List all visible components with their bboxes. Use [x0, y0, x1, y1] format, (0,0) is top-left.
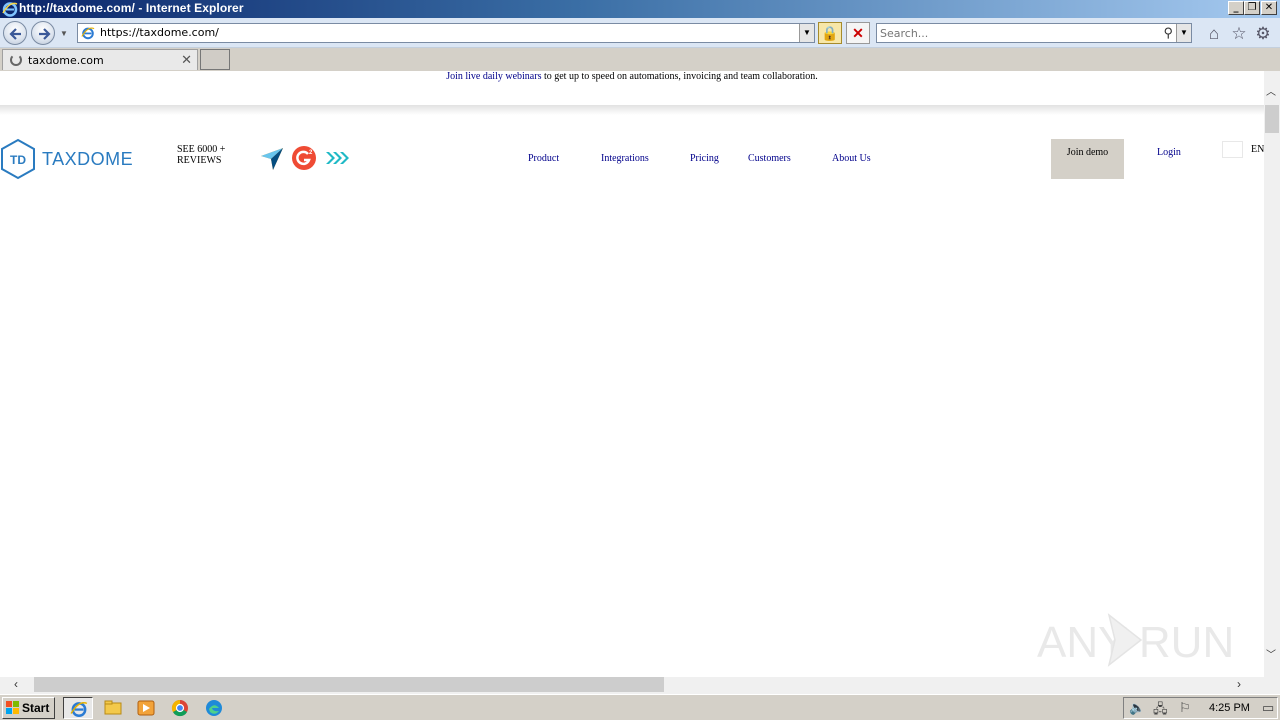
webinars-link[interactable]: Join live daily webinars: [446, 71, 541, 82]
security-lock-icon[interactable]: 🔒: [818, 22, 842, 44]
forward-button[interactable]: [31, 21, 55, 45]
ie-page-icon: [81, 27, 95, 40]
history-dropdown-icon[interactable]: ▼: [60, 29, 68, 38]
join-demo-button[interactable]: Join demo: [1051, 139, 1124, 179]
search-input[interactable]: [880, 26, 1150, 40]
reviews-label[interactable]: SEE 6000 + REVIEWS: [177, 144, 237, 166]
home-icon[interactable]: ⌂: [1204, 24, 1224, 44]
media-player-icon: [137, 700, 155, 716]
nav-pricing[interactable]: Pricing: [690, 153, 719, 164]
nav-customers[interactable]: Customers: [748, 153, 791, 164]
edge-icon: [206, 700, 222, 716]
banner-divider: [0, 105, 1264, 115]
scroll-down-icon[interactable]: ﹀: [1266, 646, 1276, 661]
navigation-bar: ▼ https://taxdome.com/ ▼ 🔒 ✕ ⚲ ▼ ⌂ ☆ ⚙: [0, 18, 1280, 48]
page-viewport: Join live daily webinars to get up to sp…: [0, 71, 1264, 677]
network-icon[interactable]: 🖧: [1153, 700, 1168, 720]
anyrun-watermark: ANY RUN: [1037, 613, 1234, 667]
internet-explorer-icon: [2, 2, 18, 17]
announcement-banner: Join live daily webinars to get up to sp…: [0, 71, 1264, 82]
getapp-arrows-icon[interactable]: [324, 145, 350, 171]
start-button[interactable]: Start: [2, 697, 55, 719]
system-tray: 🔈 🖧 ⚐ 4:25 PM ▭: [1123, 697, 1278, 719]
address-url[interactable]: https://taxdome.com/: [100, 26, 219, 39]
back-button[interactable]: [3, 21, 27, 45]
favorites-star-icon[interactable]: ☆: [1229, 24, 1249, 44]
tab-label: taxdome.com: [28, 54, 104, 67]
arrow-right-icon: [39, 28, 51, 40]
banner-text: to get up to speed on automations, invoi…: [541, 71, 818, 82]
arrow-left-icon: [9, 28, 21, 40]
taskbar-edge-button[interactable]: [199, 697, 229, 719]
g2-icon[interactable]: 2: [291, 145, 317, 171]
scrollbar-corner: [1264, 677, 1280, 694]
new-tab-button[interactable]: [200, 49, 230, 70]
language-selector[interactable]: EN: [1251, 144, 1264, 155]
logo-mark-text: TD: [10, 153, 26, 167]
restore-button[interactable]: ❐: [1244, 1, 1260, 15]
language-flag-icon[interactable]: [1222, 141, 1243, 158]
chrome-icon: [171, 699, 188, 717]
taskbar-clock[interactable]: 4:25 PM: [1209, 702, 1250, 714]
search-icon[interactable]: ⚲: [1163, 25, 1173, 41]
settings-gear-icon[interactable]: ⚙: [1253, 24, 1273, 44]
scroll-left-icon[interactable]: ‹: [14, 677, 18, 691]
minimize-button[interactable]: _: [1228, 1, 1244, 15]
nav-integrations[interactable]: Integrations: [601, 153, 649, 164]
taskbar-explorer-button[interactable]: [98, 697, 128, 719]
close-tab-icon[interactable]: ✕: [181, 52, 192, 68]
address-dropdown-icon[interactable]: ▼: [799, 24, 814, 42]
reviews-line-2: REVIEWS: [177, 155, 222, 166]
horizontal-scrollbar[interactable]: ‹ ›: [0, 677, 1264, 694]
vertical-scroll-thumb[interactable]: [1265, 105, 1279, 133]
address-bar[interactable]: https://taxdome.com/ ▼: [77, 23, 815, 43]
windows-flag-icon: [6, 701, 19, 714]
taskbar-chrome-button[interactable]: [165, 697, 195, 719]
taskbar-media-player-button[interactable]: [131, 697, 161, 719]
reviews-line-1: SEE 6000 +: [177, 144, 226, 155]
internet-explorer-icon: [70, 702, 88, 717]
vertical-scrollbar[interactable]: ︿ ﹀: [1264, 71, 1280, 677]
windows-taskbar: Start 🔈 🖧 ⚐ 4:25 PM ▭: [0, 694, 1280, 720]
horizontal-scroll-thumb[interactable]: [34, 677, 664, 692]
logo-text: TAXDOME: [42, 149, 133, 169]
tab-taxdome[interactable]: taxdome.com ✕: [2, 49, 198, 70]
window-title: http://taxdome.com/ - Internet Explorer: [19, 1, 244, 15]
capterra-icon[interactable]: [259, 145, 285, 171]
close-window-button[interactable]: ✕: [1261, 1, 1277, 15]
login-link[interactable]: Login: [1157, 147, 1181, 158]
action-center-flag-icon[interactable]: ⚐: [1179, 700, 1191, 716]
tab-bar: taxdome.com ✕: [0, 48, 1280, 71]
window-titlebar: http://taxdome.com/ - Internet Explorer …: [0, 0, 1280, 18]
folder-icon: [104, 700, 122, 715]
scroll-up-icon[interactable]: ︿: [1266, 83, 1276, 98]
nav-about-us[interactable]: About Us: [832, 153, 871, 164]
search-dropdown-icon[interactable]: ▼: [1176, 24, 1191, 42]
search-box[interactable]: ⚲ ▼: [876, 23, 1192, 43]
start-label: Start: [22, 701, 50, 715]
show-desktop-icon[interactable]: ▭: [1262, 700, 1274, 716]
nav-product[interactable]: Product: [528, 153, 559, 164]
scroll-right-icon[interactable]: ›: [1237, 677, 1241, 691]
taxdome-logo[interactable]: TD TAXDOME: [0, 138, 150, 180]
taskbar-ie-button[interactable]: [63, 697, 93, 719]
loading-spinner-icon: [10, 54, 22, 66]
stop-loading-button[interactable]: ✕: [846, 22, 870, 44]
volume-icon[interactable]: 🔈: [1129, 700, 1145, 716]
